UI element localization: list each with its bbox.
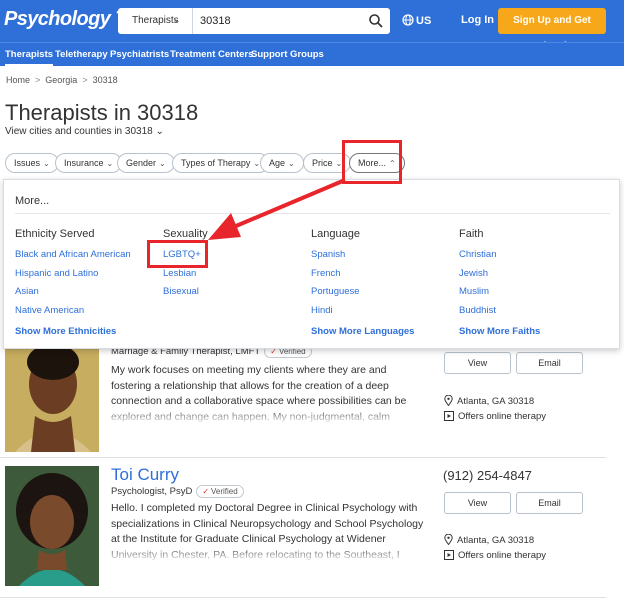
annotation-arrow-icon [208, 178, 346, 240]
